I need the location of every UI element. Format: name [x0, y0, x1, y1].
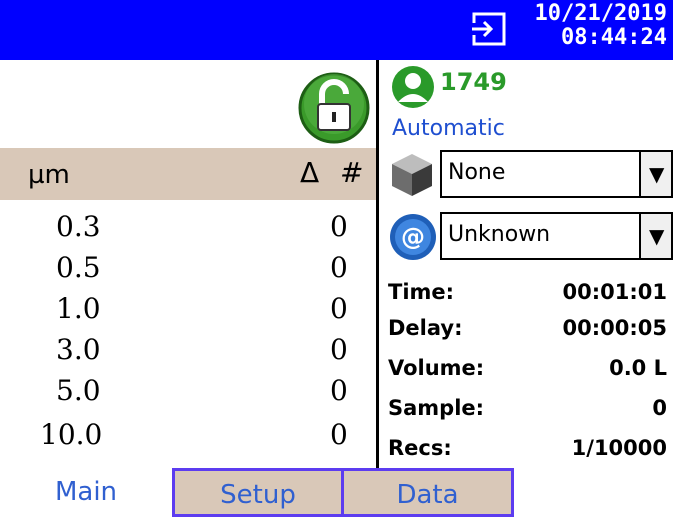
count-cell: 0	[330, 418, 348, 451]
panel-divider	[376, 60, 379, 468]
size-cell: 1.0	[56, 292, 101, 325]
size-cell: 3.0	[56, 333, 101, 366]
time-value: 00:01:01	[562, 280, 667, 304]
volume-label: Volume:	[388, 356, 485, 380]
sample-label: Sample:	[388, 396, 485, 420]
tab-data[interactable]: Data	[344, 468, 514, 517]
delay-label: Delay:	[388, 316, 463, 340]
status-bar: 10/21/2019 08:44:24	[0, 0, 673, 60]
cube-icon[interactable]	[388, 150, 436, 198]
svg-text:@: @	[401, 223, 425, 251]
size-cell: 0.3	[56, 210, 101, 243]
count-cell: 0	[330, 210, 348, 243]
sample-value: 0	[652, 396, 667, 420]
volume-value: 0.0 L	[609, 356, 667, 380]
date-display: 10/21/2019	[534, 1, 667, 26]
size-unit-header: µm	[28, 160, 70, 190]
export-icon[interactable]	[470, 10, 508, 48]
dropdown-arrow-icon[interactable]: ▼	[639, 214, 671, 258]
dropdown-arrow-icon[interactable]: ▼	[639, 152, 671, 196]
count-cell: 0	[330, 333, 348, 366]
time-display: 08:44:24	[561, 25, 667, 50]
tab-main[interactable]: Main	[0, 468, 172, 517]
lock-open-icon[interactable]	[296, 70, 372, 146]
user-id: 1749	[440, 68, 507, 96]
network-select-value: Unknown	[448, 222, 551, 247]
count-header[interactable]: #	[340, 156, 363, 189]
location-select-value: None	[448, 160, 506, 185]
size-cell: 10.0	[40, 418, 103, 451]
at-icon[interactable]: @	[388, 212, 438, 262]
tab-setup[interactable]: Setup	[172, 468, 344, 517]
recs-value: 1/10000	[571, 436, 667, 460]
location-select[interactable]: None ▼	[440, 150, 673, 198]
size-cell: 0.5	[56, 251, 101, 284]
delay-value: 00:00:05	[562, 316, 667, 340]
count-cell: 0	[330, 292, 348, 325]
count-cell: 0	[330, 251, 348, 284]
delta-header[interactable]: Δ	[300, 156, 319, 189]
time-label: Time:	[388, 280, 455, 304]
network-select[interactable]: Unknown ▼	[440, 212, 673, 260]
size-cell: 5.0	[56, 374, 101, 407]
count-cell: 0	[330, 374, 348, 407]
recs-label: Recs:	[388, 436, 452, 460]
user-icon[interactable]	[390, 64, 436, 110]
mode-label: Automatic	[392, 116, 505, 141]
